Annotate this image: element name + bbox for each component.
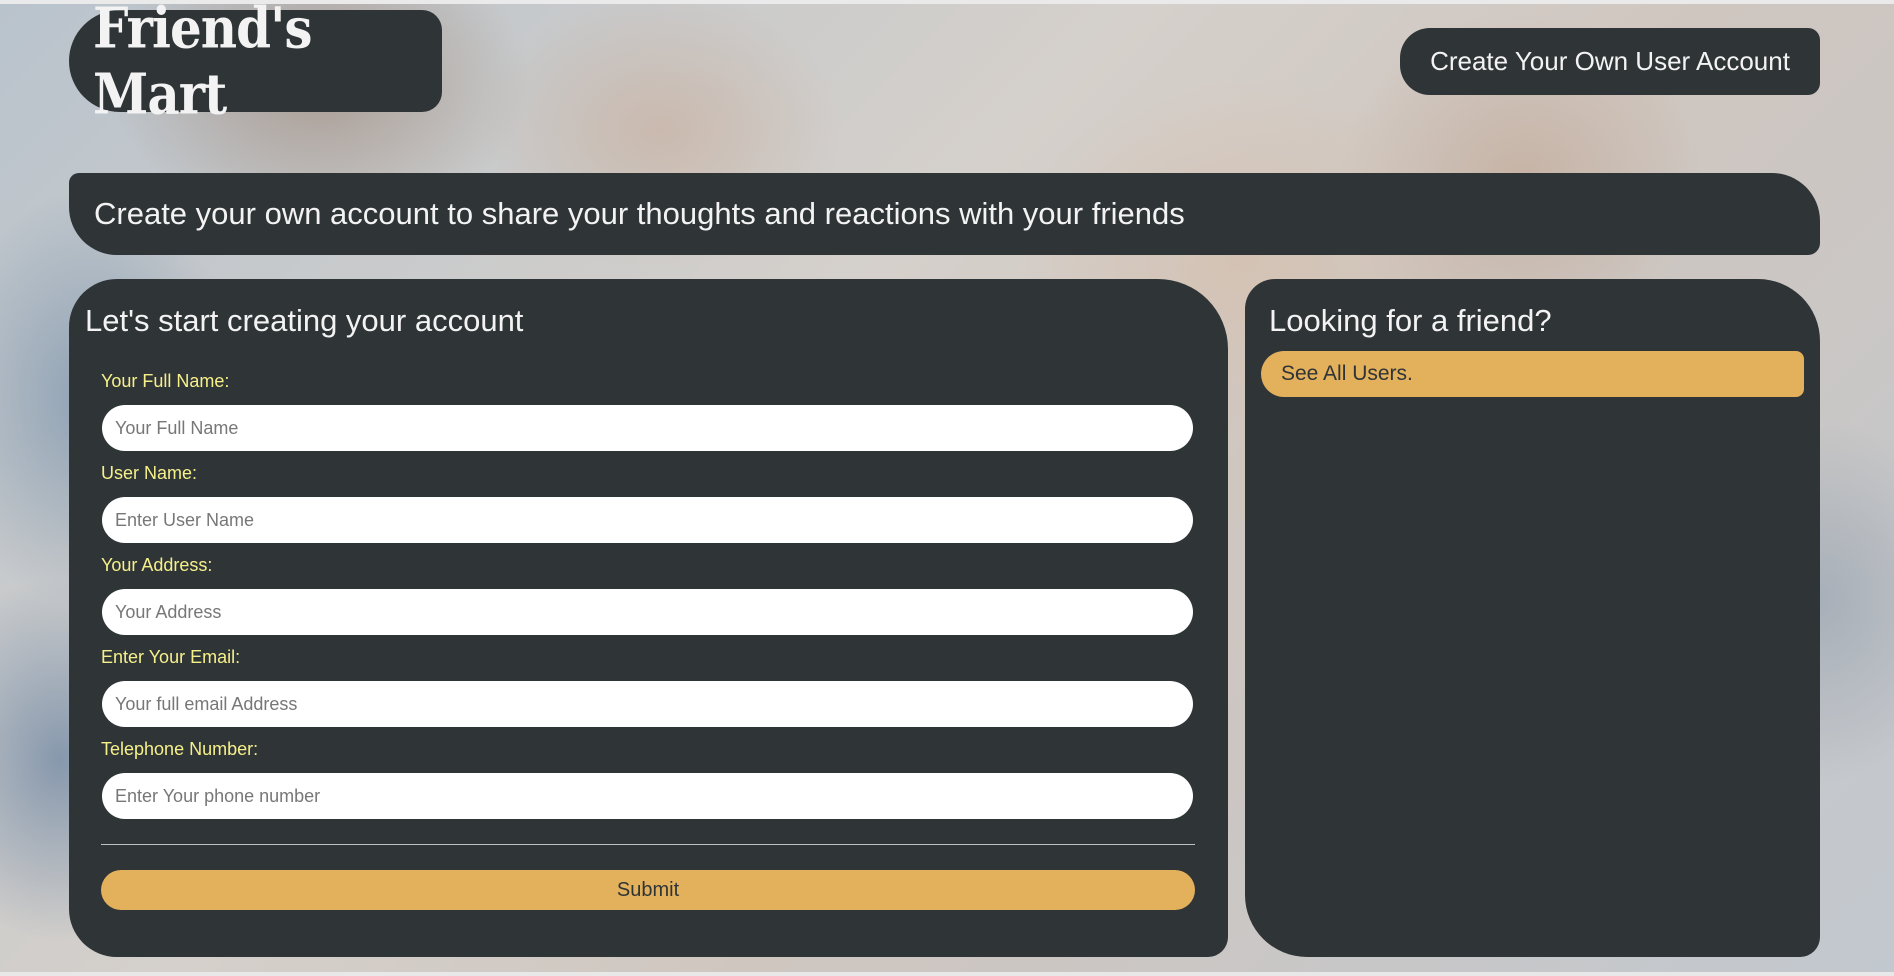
- bottom-border: [0, 972, 1894, 976]
- address-input[interactable]: [102, 589, 1193, 635]
- side-panel-title: Looking for a friend?: [1269, 303, 1552, 338]
- create-account-nav-button[interactable]: Create Your Own User Account: [1400, 28, 1820, 95]
- full-name-input[interactable]: [102, 405, 1193, 451]
- email-label: Enter Your Email:: [101, 647, 241, 667]
- see-all-users-link[interactable]: See All Users.: [1261, 351, 1804, 397]
- form-title: Let's start creating your account: [85, 303, 524, 338]
- logo[interactable]: Friend's Mart: [69, 0, 442, 127]
- logo-text: Friend's Mart: [93, 0, 313, 128]
- form-divider: [101, 844, 1195, 845]
- submit-button[interactable]: Submit: [101, 870, 1195, 910]
- username-input[interactable]: [102, 497, 1193, 543]
- username-label: User Name:: [101, 463, 198, 483]
- address-label: Your Address:: [101, 555, 213, 575]
- email-input[interactable]: [102, 681, 1193, 727]
- phone-label: Telephone Number:: [101, 739, 259, 759]
- intro-banner: Create your own account to share your th…: [69, 173, 1820, 255]
- registration-form-panel: Let's start creating your account Your F…: [69, 279, 1228, 957]
- phone-input[interactable]: [102, 773, 1193, 819]
- find-friend-panel: Looking for a friend? See All Users.: [1245, 279, 1820, 957]
- full-name-label: Your Full Name:: [101, 371, 230, 391]
